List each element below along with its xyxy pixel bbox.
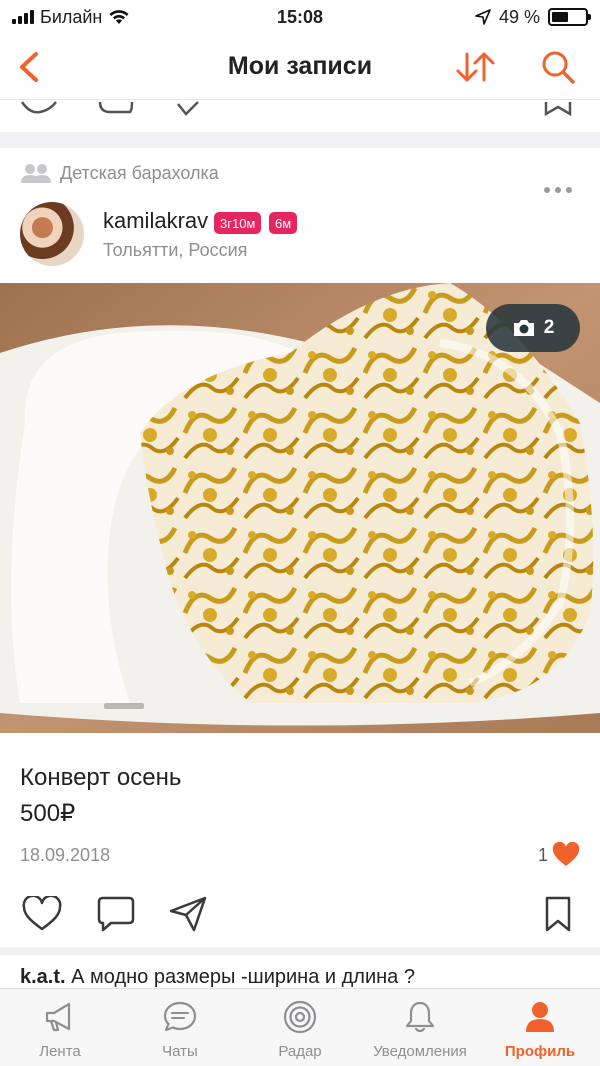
child-age-badge: 3г10м [214, 212, 262, 234]
wifi-icon [109, 10, 129, 24]
chevron-left-icon[interactable] [10, 46, 50, 88]
battery-percent: 49 % [498, 6, 540, 27]
sort-arrows-icon[interactable] [452, 46, 498, 88]
search-icon[interactable] [536, 46, 580, 88]
tab-label: Уведомления [373, 1043, 467, 1060]
filled-heart-icon [552, 842, 580, 866]
tab-chats[interactable]: Чаты [120, 989, 240, 1066]
heart-icon [20, 101, 57, 114]
battery-icon [548, 8, 591, 26]
tab-notifications[interactable]: Уведомления [360, 989, 480, 1066]
comment-button[interactable] [94, 892, 138, 936]
tab-label: Профиль [504, 1043, 576, 1060]
heart-icon [22, 896, 62, 931]
child-age-badge: 6м [269, 212, 298, 234]
group-name: Детская барахолка [60, 162, 219, 183]
nav-bar: Мои записи [0, 34, 600, 100]
group-icon [21, 164, 51, 183]
megaphone-icon [45, 1002, 71, 1032]
share-button[interactable] [166, 892, 210, 936]
previous-post-actions [0, 100, 600, 122]
page-title: Мои записи [227, 52, 373, 80]
location-arrow-icon [475, 9, 491, 25]
avatar[interactable] [20, 202, 84, 266]
comment-text: А модно размеры -ширина и длина ? [71, 966, 415, 988]
comment-preview[interactable]: k.a.t. А модно размеры -ширина и длина ? [20, 966, 580, 989]
radar-icon [283, 1000, 317, 1034]
bookmark-button[interactable] [536, 892, 580, 936]
share-icon [177, 101, 199, 116]
photo-count-badge[interactable]: 2 [486, 304, 580, 352]
bookmark-icon [545, 896, 571, 932]
post-date: 18.09.2018 [20, 845, 111, 865]
more-options-icon[interactable] [538, 178, 578, 202]
tab-label: Лента [39, 1043, 81, 1060]
tab-label: Чаты [162, 1043, 198, 1060]
photo-count: 2 [543, 317, 555, 338]
comment-separator [0, 947, 600, 955]
tab-bar: Лента Чаты Радар Уведомления Профиль [0, 988, 600, 1066]
status-time: 15:08 [276, 6, 324, 27]
tab-radar[interactable]: Радар [240, 989, 360, 1066]
signal-icon [12, 10, 34, 24]
tab-feed[interactable]: Лента [0, 989, 120, 1066]
profile-icon [526, 1002, 554, 1032]
camera-icon [513, 320, 534, 336]
bell-icon [405, 1001, 435, 1033]
likes-counter[interactable]: 1 [538, 842, 580, 868]
post-price: 500₽ [20, 800, 76, 827]
group-line[interactable]: Детская барахолка [20, 162, 219, 184]
carrier-name: Билайн [40, 6, 103, 27]
likes-count: 1 [538, 844, 549, 865]
location: Тольятти, Россия [103, 240, 248, 260]
comment-icon [97, 896, 135, 932]
comment-author[interactable]: k.a.t. [20, 966, 66, 988]
status-bar: Билайн 15:08 49 % [0, 0, 600, 34]
post-title: Конверт осень [20, 764, 182, 791]
chat-bubble-icon [163, 1001, 197, 1032]
comment-icon [98, 101, 134, 114]
tab-label: Радар [278, 1043, 322, 1060]
like-button[interactable] [20, 892, 64, 936]
share-icon [169, 896, 207, 932]
username[interactable]: kamilakrav [103, 208, 208, 234]
tab-profile[interactable]: Профиль [480, 989, 600, 1066]
post-separator [0, 132, 600, 148]
bookmark-icon [544, 102, 572, 117]
